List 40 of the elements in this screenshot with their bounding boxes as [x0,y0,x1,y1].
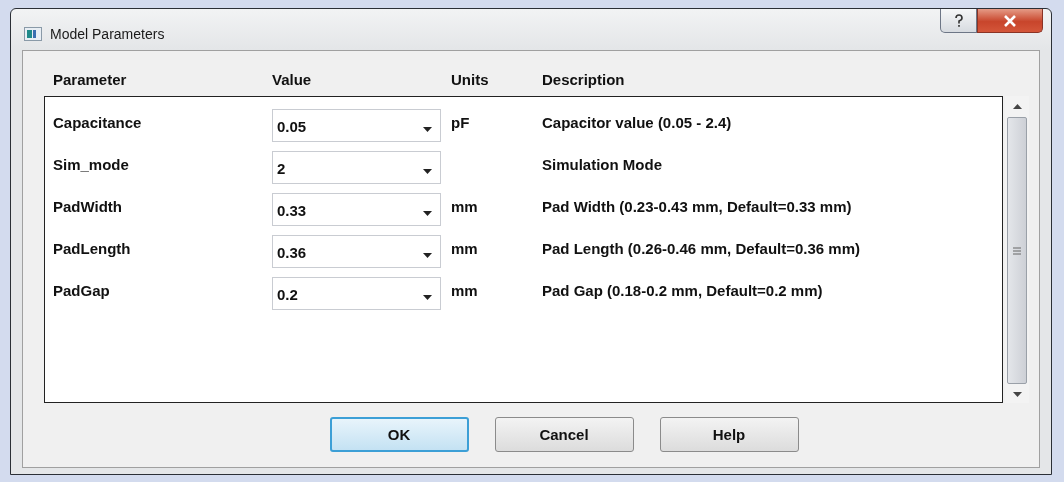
caret-icon [423,252,432,258]
scroll-down-icon [1012,392,1022,397]
window-icon [24,27,42,41]
close-button[interactable] [977,9,1043,33]
value-dropdown[interactable]: 0.05 [272,108,441,142]
column-header: Value [272,71,313,88]
value-dropdown[interactable]: 0.33 [272,192,441,226]
column-header: Parameter [53,71,128,88]
column-header: Units [451,71,490,88]
caret-icon [423,126,432,132]
column-header: Description [542,71,626,88]
question-icon [953,13,964,28]
parameter-name: PadLength [53,239,132,257]
scroll-up-icon [1012,104,1022,109]
units-text: pF [451,113,471,131]
units-text: mm [451,281,479,299]
parameter-name: PadWidth [53,197,124,215]
units-text: mm [451,197,479,215]
close-icon [1003,14,1017,27]
dialog-button[interactable]: Help [659,417,799,452]
description-text: Pad Length (0.26-0.46 mm, Default=0.36 mm) [542,239,862,257]
description-text: Pad Gap (0.18-0.2 mm, Default=0.2 mm) [542,281,824,299]
units-text: mm [451,239,479,257]
value-dropdown[interactable]: 0.2 [272,276,441,310]
dialog-button[interactable]: OK [329,417,469,452]
description-text: Pad Width (0.23-0.43 mm, Default=0.33 mm) [542,197,853,215]
scroll-thumb[interactable] [1007,117,1027,384]
description-text: Capacitor value (0.05 - 2.4) [542,113,733,131]
value-dropdown[interactable]: 0.36 [272,234,441,268]
help-button[interactable] [940,9,977,33]
parameter-name: PadGap [53,281,111,299]
caret-icon [423,168,432,174]
dialog-button[interactable]: Cancel [494,417,634,452]
caret-icon [423,294,432,300]
parameter-name: Capacitance [53,113,143,131]
description-text: Simulation Mode [542,155,663,173]
parameter-name: Sim_mode [53,155,130,173]
value-dropdown[interactable]: 2 [272,150,441,184]
caret-icon [423,210,432,216]
window-title: Model Parameters [50,26,165,42]
